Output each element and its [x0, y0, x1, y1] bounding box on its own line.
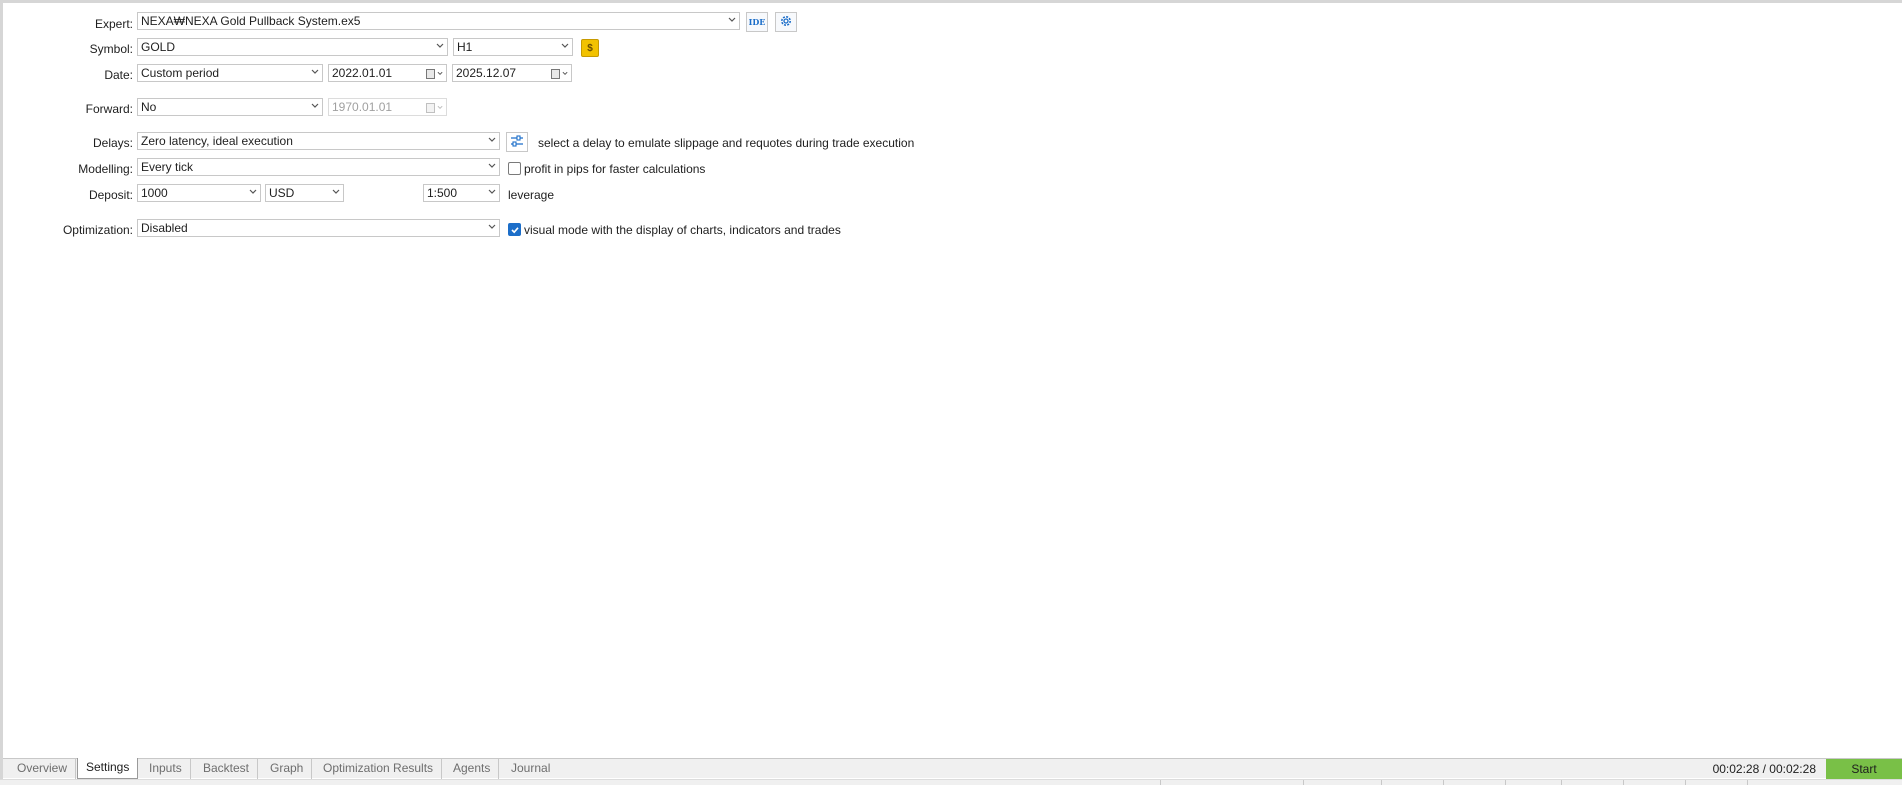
calendar-icon[interactable]: [551, 68, 568, 79]
status-separator: [1561, 780, 1562, 785]
expert-label: Expert:: [94, 17, 133, 31]
chevron-down-icon: [728, 17, 736, 24]
deposit-label: Deposit:: [88, 188, 133, 202]
modelling-label: Modelling:: [78, 162, 133, 176]
delays-value: Zero latency, ideal execution: [141, 134, 293, 148]
forward-select[interactable]: No: [137, 98, 323, 116]
symbol-properties-button[interactable]: $: [581, 39, 599, 57]
forward-date-value: 1970.01.01: [332, 100, 393, 114]
symbol-select[interactable]: GOLD: [137, 38, 448, 56]
optimization-value: Disabled: [141, 221, 188, 235]
tab-optimization-results[interactable]: Optimization Results: [315, 759, 443, 779]
ide-icon: IDE: [748, 17, 766, 27]
date-from-picker[interactable]: 2022.01.01: [328, 64, 447, 82]
optimization-label: Optimization:: [62, 223, 133, 237]
status-separator: [1623, 780, 1624, 785]
elapsed-timer: 00:02:28 / 00:02:28: [1712, 762, 1816, 776]
modelling-value: Every tick: [141, 160, 194, 174]
deposit-amount-select[interactable]: 1000: [137, 184, 261, 202]
date-mode-select[interactable]: Custom period: [137, 64, 323, 82]
tester-tab-bar: Overview Settings Inputs Backtest Graph …: [3, 758, 1902, 779]
visual-mode-checkbox[interactable]: [508, 223, 521, 236]
date-mode-value: Custom period: [141, 66, 220, 80]
delays-settings-button[interactable]: [506, 132, 528, 152]
start-button[interactable]: Start: [1826, 759, 1902, 779]
chevron-down-icon: [561, 43, 569, 50]
leverage-value: 1:500: [427, 186, 458, 200]
expert-value: NEXA₩NEXA Gold Pullback System.ex5: [141, 14, 361, 28]
status-separator: [1160, 780, 1161, 785]
profit-in-pips-label: profit in pips for faster calculations: [524, 162, 706, 176]
modelling-select[interactable]: Every tick: [137, 158, 500, 176]
chevron-down-icon: [488, 163, 496, 170]
period-value: H1: [457, 40, 473, 54]
expert-settings-button[interactable]: [775, 12, 797, 32]
calendar-icon: [426, 102, 443, 113]
symbol-label: Symbol:: [89, 42, 133, 56]
profit-in-pips-checkbox[interactable]: [508, 162, 521, 175]
status-separator: [1381, 780, 1382, 785]
tab-overview[interactable]: Overview: [9, 759, 77, 779]
delays-label: Delays:: [92, 136, 133, 150]
symbol-value: GOLD: [141, 40, 176, 54]
delays-select[interactable]: Zero latency, ideal execution: [137, 132, 500, 150]
chevron-down-icon: [436, 43, 444, 50]
leverage-select[interactable]: 1:500: [423, 184, 500, 202]
chevron-down-icon: [249, 189, 257, 196]
chevron-down-icon: [332, 189, 340, 196]
date-to-picker[interactable]: 2025.12.07: [452, 64, 572, 82]
calendar-icon[interactable]: [426, 68, 443, 79]
tab-inputs[interactable]: Inputs: [141, 759, 191, 779]
tab-backtest[interactable]: Backtest: [195, 759, 259, 779]
date-from-value: 2022.01.01: [332, 66, 393, 80]
period-select[interactable]: H1: [453, 38, 573, 56]
status-separator: [1685, 780, 1686, 785]
chevron-down-icon: [488, 137, 496, 144]
status-separator: [1303, 780, 1304, 785]
chevron-down-icon: [311, 69, 319, 76]
date-to-value: 2025.12.07: [456, 66, 517, 80]
tab-settings[interactable]: Settings: [77, 758, 139, 779]
optimization-select[interactable]: Disabled: [137, 219, 500, 237]
checkmark-icon: [511, 227, 519, 234]
chevron-down-icon: [488, 189, 496, 196]
sliders-icon: [510, 134, 524, 150]
tab-journal[interactable]: Journal: [503, 759, 558, 779]
chevron-down-icon: [311, 103, 319, 110]
status-separator: [1505, 780, 1506, 785]
expert-select[interactable]: NEXA₩NEXA Gold Pullback System.ex5: [137, 12, 740, 30]
delays-hint: select a delay to emulate slippage and r…: [538, 136, 915, 150]
forward-label: Forward:: [85, 102, 133, 116]
deposit-amount-value: 1000: [141, 186, 168, 200]
date-label: Date:: [104, 68, 133, 82]
status-separator: [1443, 780, 1444, 785]
status-separator: [1747, 780, 1748, 785]
leverage-label: leverage: [508, 188, 555, 202]
forward-value: No: [141, 100, 157, 114]
visual-mode-label: visual mode with the display of charts, …: [524, 223, 841, 237]
tab-agents[interactable]: Agents: [445, 759, 500, 779]
chevron-down-icon: [488, 224, 496, 231]
tester-settings-panel: Expert: NEXA₩NEXA Gold Pullback System.e…: [0, 0, 1902, 785]
forward-date-picker: 1970.01.01: [328, 98, 447, 116]
status-bar: [0, 779, 1902, 785]
currency-value: USD: [269, 186, 295, 200]
ide-button[interactable]: IDE: [746, 12, 768, 32]
gear-icon: [779, 14, 793, 31]
currency-select[interactable]: USD: [265, 184, 344, 202]
dollar-icon: $: [587, 42, 593, 54]
tab-graph[interactable]: Graph: [262, 759, 313, 779]
